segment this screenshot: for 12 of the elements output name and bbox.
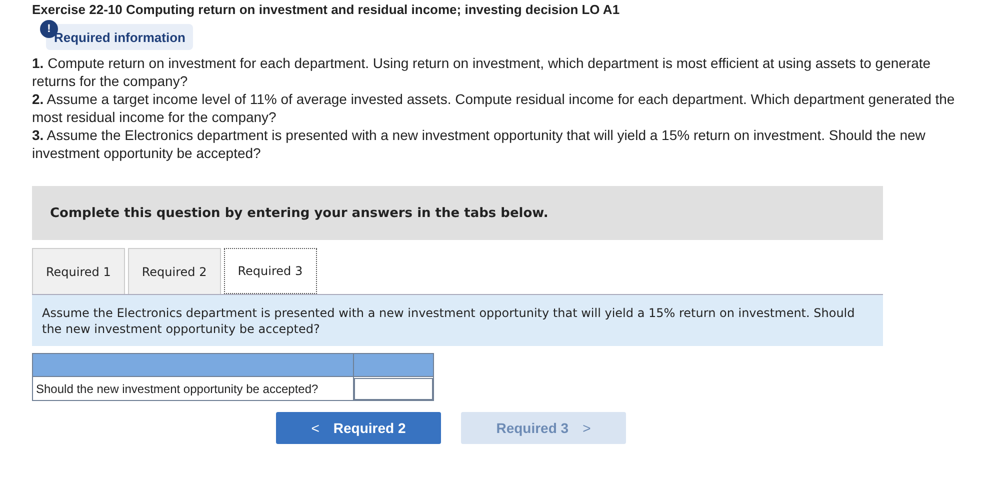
instruction-text: Complete this question by entering your answers in the tabs below.	[50, 206, 548, 220]
tab[interactable]: Required 3	[224, 248, 317, 294]
answer-field[interactable]	[354, 378, 433, 400]
prompt-text: Assume the Electronics department is presented with a new investment opportunity that will yield a 15% return on investment. Should the new investment opportunity be accepted?	[42, 306, 855, 336]
requirement-text: 3. Assume the Electronics department is presented with a new investment opportunity that will yield a 15% return on investment. Should the new investment opportunity be accepted?	[32, 126, 926, 162]
requirement-text: 1. Compute return on investment for each department. Using return on investment, which department is most efficient at using assets to generate returns for the company?	[32, 54, 932, 90]
table-cell: Should the new investment opportunity be accepted?	[32, 376, 354, 400]
tab[interactable]: Required 2	[128, 248, 221, 294]
previous-button[interactable]: < Required 2	[276, 412, 441, 444]
tab[interactable]: Required 1	[32, 248, 125, 294]
exercise-title: Exercise 22-10 Computing return on investment and residual income; investing decision LO A1	[32, 2, 621, 18]
requirement-text: 2. Assume a target income level of 11% of average invested assets. Compute residual income for each department. Which department generated the most residual income for the company?	[32, 90, 956, 126]
